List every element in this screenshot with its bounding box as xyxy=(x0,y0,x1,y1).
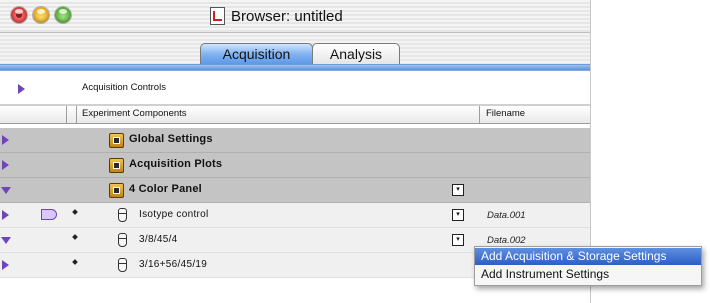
acquisition-controls-label: Acquisition Controls xyxy=(82,82,166,93)
row-label: Global Settings xyxy=(129,133,213,145)
column-divider xyxy=(479,106,480,123)
title-group: Browser: untitled xyxy=(210,7,343,25)
row-menu-button[interactable]: ▾ xyxy=(452,184,464,196)
column-divider xyxy=(66,106,67,123)
document-icon xyxy=(210,7,225,25)
table-header: Experiment Components Filename xyxy=(0,105,590,124)
panel-folder-icon xyxy=(109,183,124,198)
table-row[interactable]: Global Settings xyxy=(0,128,590,153)
row-label: 3/16+56/45/19 xyxy=(139,259,208,270)
close-button[interactable] xyxy=(11,7,27,23)
zoom-button[interactable] xyxy=(55,7,71,23)
disclosure-triangle-icon[interactable] xyxy=(2,160,9,170)
row-label: Acquisition Plots xyxy=(129,158,223,170)
tube-icon xyxy=(118,208,127,222)
current-tube-pointer-icon xyxy=(41,209,57,220)
disclosure-triangle-icon[interactable] xyxy=(1,187,11,194)
row-menu-button[interactable]: ▾ xyxy=(452,234,464,246)
tube-icon xyxy=(118,233,127,247)
minimize-button[interactable] xyxy=(33,7,49,23)
table-row[interactable]: Isotype control ▾ Data.001 xyxy=(0,203,590,228)
table-row[interactable]: 4 Color Panel ▾ xyxy=(0,178,590,203)
disclosure-triangle-icon[interactable] xyxy=(2,260,9,270)
row-label: 3/8/45/4 xyxy=(139,234,178,245)
menu-item-add-instrument-settings[interactable]: Add Instrument Settings xyxy=(475,266,701,283)
row-label: 4 Color Panel xyxy=(129,183,202,195)
window-title: Browser: untitled xyxy=(231,7,343,25)
row-menu-button[interactable]: ▾ xyxy=(452,209,464,221)
table-row[interactable]: Acquisition Plots xyxy=(0,153,590,178)
row-label: Isotype control xyxy=(139,209,209,220)
plots-folder-icon xyxy=(109,158,124,173)
bullet-icon xyxy=(72,259,78,265)
tab-underline xyxy=(0,64,590,71)
disclosure-triangle-icon[interactable] xyxy=(18,84,25,94)
tab-acquisition[interactable]: Acquisition xyxy=(200,43,313,65)
disclosure-triangle-icon[interactable] xyxy=(2,210,9,220)
context-menu: Add Acquisition & Storage Settings Add I… xyxy=(474,246,702,286)
tube-icon xyxy=(118,258,127,272)
settings-folder-icon xyxy=(109,133,124,148)
menu-item-add-acquisition-storage-settings[interactable]: Add Acquisition & Storage Settings xyxy=(475,248,701,265)
column-header-filename[interactable]: Filename xyxy=(486,108,525,119)
row-filename: Data.001 xyxy=(487,210,526,221)
acquisition-controls-section: Acquisition Controls xyxy=(0,72,590,105)
bullet-icon xyxy=(72,209,78,215)
tab-strip: Acquisition Analysis xyxy=(0,33,590,65)
bullet-icon xyxy=(72,234,78,240)
row-filename: Data.002 xyxy=(487,235,526,246)
title-bar[interactable]: Browser: untitled xyxy=(0,0,590,33)
disclosure-triangle-icon[interactable] xyxy=(2,135,9,145)
column-header-components[interactable]: Experiment Components xyxy=(82,108,187,119)
disclosure-triangle-icon[interactable] xyxy=(1,237,11,244)
column-divider xyxy=(76,106,77,123)
tab-analysis[interactable]: Analysis xyxy=(312,43,400,65)
